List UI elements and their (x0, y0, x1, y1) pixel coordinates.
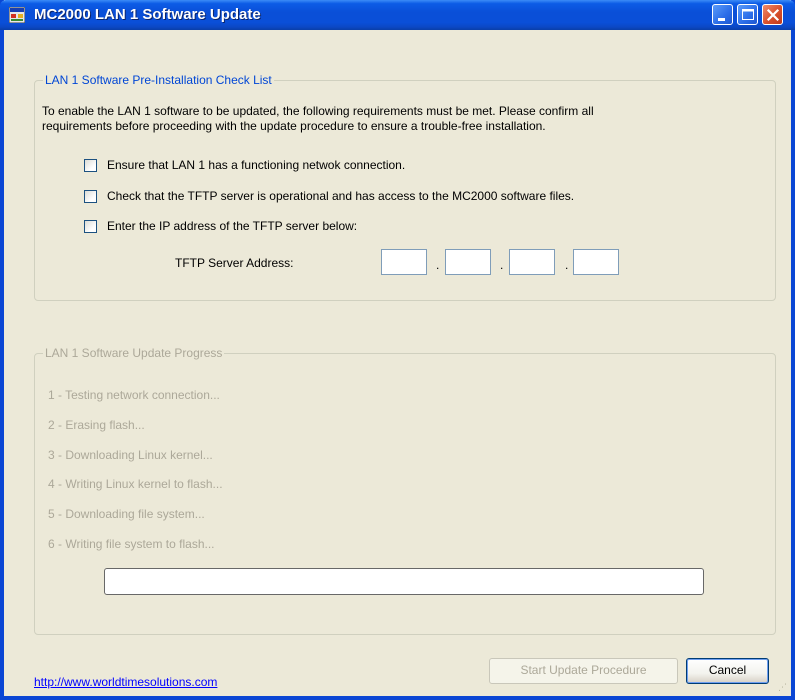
ip-octet-2-input[interactable] (445, 249, 491, 275)
ip-separator: . (500, 258, 504, 272)
app-icon (9, 7, 25, 23)
check-network-label[interactable]: Ensure that LAN 1 has a functioning netw… (107, 158, 405, 172)
ip-octet-3-input[interactable] (509, 249, 555, 275)
window-title: MC2000 LAN 1 Software Update (34, 6, 261, 23)
progress-step-1: 1 - Testing network connection... (48, 388, 220, 402)
intro-line-2: requirements before proceeding with the … (42, 119, 546, 133)
ip-octet-4-input[interactable] (573, 249, 619, 275)
ip-octet-1-input[interactable] (381, 249, 427, 275)
checkbox-network[interactable] (84, 158, 97, 172)
progress-legend: LAN 1 Software Update Progress (43, 346, 225, 360)
ip-separator: . (436, 258, 440, 272)
check-network-connection[interactable]: Ensure that LAN 1 has a functioning netw… (84, 157, 405, 173)
checkbox-enter-ip[interactable] (84, 219, 97, 233)
check-tftp-label[interactable]: Check that the TFTP server is operationa… (107, 189, 574, 203)
check-enter-ip[interactable]: Enter the IP address of the TFTP server … (84, 218, 357, 234)
progress-step-2: 2 - Erasing flash... (48, 418, 145, 432)
progress-step-3: 3 - Downloading Linux kernel... (48, 448, 213, 462)
progress-step-5: 5 - Downloading file system... (48, 507, 205, 521)
website-link[interactable]: http://www.worldtimesolutions.com (34, 675, 217, 689)
start-update-button[interactable]: Start Update Procedure (489, 658, 678, 684)
checklist-intro: To enable the LAN 1 software to be updat… (42, 104, 762, 134)
intro-line-1: To enable the LAN 1 software to be updat… (42, 104, 594, 118)
progress-step-4: 4 - Writing Linux kernel to flash... (48, 477, 223, 491)
check-tftp-operational[interactable]: Check that the TFTP server is operationa… (84, 188, 574, 204)
checklist-legend: LAN 1 Software Pre-Installation Check Li… (43, 73, 274, 87)
check-enter-ip-label[interactable]: Enter the IP address of the TFTP server … (107, 219, 357, 233)
ip-separator: . (565, 258, 569, 272)
tftp-address-label: TFTP Server Address: (175, 256, 294, 270)
progress-step-6: 6 - Writing file system to flash... (48, 537, 215, 551)
maximize-icon (742, 9, 754, 20)
close-button[interactable] (762, 4, 783, 25)
maximize-button[interactable] (737, 4, 758, 25)
cancel-button[interactable]: Cancel (686, 658, 769, 684)
close-icon (766, 8, 780, 22)
update-progress-bar (104, 568, 704, 595)
minimize-icon (718, 18, 725, 21)
title-bar[interactable]: MC2000 LAN 1 Software Update (0, 0, 795, 30)
minimize-button[interactable] (712, 4, 733, 25)
checkbox-tftp-operational[interactable] (84, 189, 97, 203)
resize-grip-icon[interactable]: ⋰ (778, 682, 787, 693)
